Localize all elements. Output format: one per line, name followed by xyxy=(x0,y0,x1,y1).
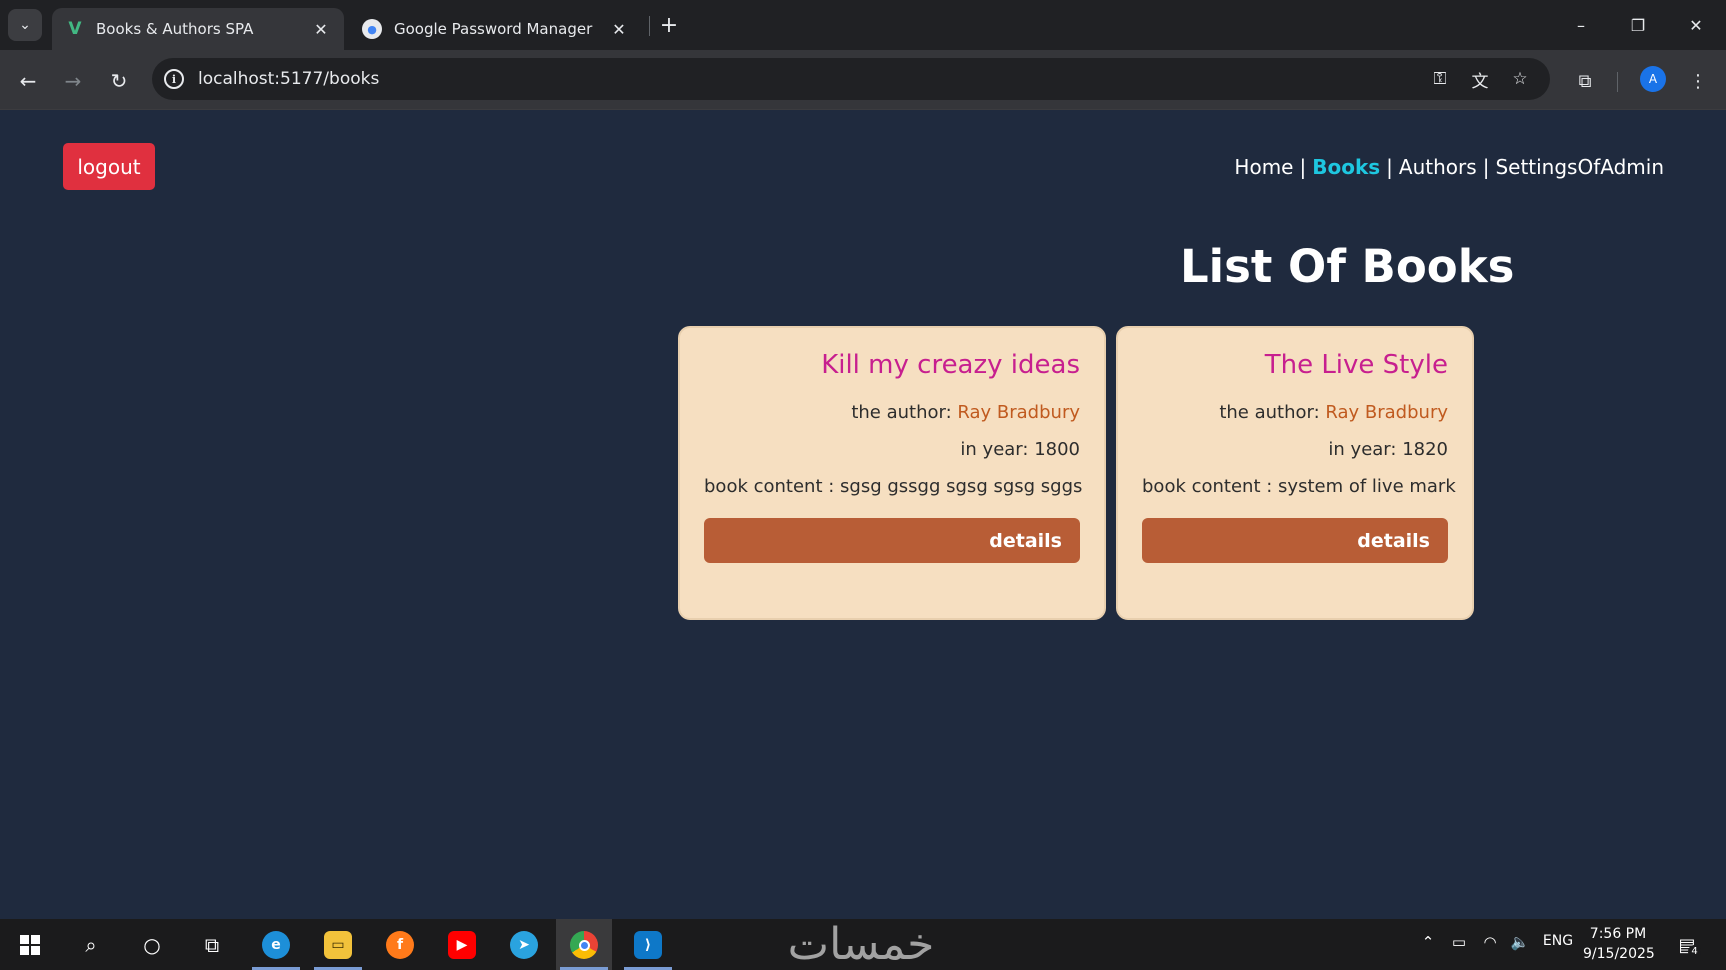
site-info-icon[interactable]: i xyxy=(164,69,184,89)
extensions-puzzle-icon[interactable]: ⧉ xyxy=(1571,67,1599,95)
password-key-icon[interactable]: ⚿ xyxy=(1428,68,1452,90)
edge-browser-icon[interactable]: e xyxy=(260,929,292,961)
kebab-menu-icon[interactable]: ⋮ xyxy=(1684,67,1712,95)
tray-chevron-up-icon[interactable]: ⌃ xyxy=(1418,933,1438,951)
year-value: 1820 xyxy=(1402,439,1448,460)
author-label: the author: xyxy=(851,402,952,423)
restore-icon[interactable]: ❐ xyxy=(1623,12,1653,38)
nav-link-home[interactable]: Home xyxy=(1234,155,1293,179)
url-text[interactable]: localhost:5177/books xyxy=(198,69,379,89)
clock-date: 9/15/2025 xyxy=(1583,946,1655,962)
task-view-icon[interactable]: ⧉ xyxy=(196,929,228,961)
tab-books-authors[interactable]: V Books & Authors SPA ✕ xyxy=(52,8,344,50)
file-explorer-icon[interactable]: ▭ xyxy=(322,929,354,961)
windows-taskbar: ⌕ ○ ⧉ e ▭ f ▶ ➤ ⟩ خمسات ⌃ ▭ ◠ 🔈 ENG 7:56… xyxy=(0,919,1726,970)
youtube-icon[interactable]: ▶ xyxy=(446,929,478,961)
book-year-line: in year: 1820 xyxy=(1142,439,1448,460)
search-icon[interactable]: ⌕ xyxy=(75,929,107,961)
nav-link-books[interactable]: Books xyxy=(1312,155,1380,179)
tab-strip: ⌄ V Books & Authors SPA ✕ ● Google Passw… xyxy=(0,0,1726,50)
windows-start-icon[interactable] xyxy=(14,929,46,961)
back-arrow-icon[interactable]: ← xyxy=(14,67,42,95)
khamsat-watermark: خمسات xyxy=(787,919,935,970)
content-value: system of live mark xyxy=(1278,476,1456,497)
book-author-line: the author: Ray Bradbury xyxy=(704,402,1080,423)
address-bar[interactable]: i localhost:5177/books ⚿ 文 ☆ xyxy=(152,58,1550,100)
book-card: Kill my creazy ideas the author: Ray Bra… xyxy=(678,326,1106,620)
nav-link-settings[interactable]: SettingsOfAdmin xyxy=(1495,155,1664,179)
volume-icon[interactable]: 🔈 xyxy=(1507,933,1533,951)
chevron-down-icon: ⌄ xyxy=(19,17,31,33)
system-clock[interactable]: 7:56 PM 9/15/2025 xyxy=(1583,924,1655,964)
year-label: in year: xyxy=(1328,439,1397,460)
wifi-icon[interactable]: ◠ xyxy=(1478,933,1502,951)
nav-separator: | xyxy=(1482,155,1490,179)
vscode-icon[interactable]: ⟩ xyxy=(632,929,664,961)
year-value: 1800 xyxy=(1034,439,1080,460)
book-author-line: the author: Ray Bradbury xyxy=(1142,402,1448,423)
bookmark-star-icon[interactable]: ☆ xyxy=(1508,68,1532,90)
language-indicator[interactable]: ENG xyxy=(1540,933,1576,949)
translate-icon[interactable]: 文 xyxy=(1468,68,1492,92)
content-label: book content : xyxy=(1142,476,1273,497)
book-year-line: in year: 1800 xyxy=(704,439,1080,460)
vue-logo-icon: V xyxy=(68,19,82,39)
book-title: The Live Style xyxy=(1264,350,1448,380)
nav-separator: | xyxy=(1299,155,1307,179)
profile-avatar[interactable]: A xyxy=(1640,66,1666,92)
close-icon[interactable]: ✕ xyxy=(312,20,330,39)
firefox-icon[interactable]: f xyxy=(384,929,416,961)
logout-button[interactable]: logout xyxy=(63,143,155,190)
tab-title: Books & Authors SPA xyxy=(96,20,254,38)
content-value: sgsg gssgg sgsg sgsg sggs xyxy=(840,476,1083,497)
forward-arrow-icon[interactable]: → xyxy=(59,67,87,95)
book-content-line: book content : sgsg gssgg sgsg sgsg sggs xyxy=(704,476,1083,497)
close-icon[interactable]: ✕ xyxy=(610,20,628,39)
book-content-line: book content : system of live mark xyxy=(1142,476,1456,497)
tab-google-password-manager[interactable]: ● Google Password Manager ✕ xyxy=(348,8,642,50)
cortana-circle-icon[interactable]: ○ xyxy=(136,929,168,961)
author-name: Ray Bradbury xyxy=(957,402,1080,423)
details-button[interactable]: details xyxy=(704,518,1080,563)
google-password-manager-icon: ● xyxy=(362,19,382,39)
telegram-icon[interactable]: ➤ xyxy=(508,929,540,961)
app-page: logout Home | Books | Authors | Settings… xyxy=(0,110,1726,919)
browser-toolbar: ← → ↻ i localhost:5177/books ⚿ 文 ☆ ⧉ ⋮ xyxy=(0,50,1726,110)
nav-link-authors[interactable]: Authors xyxy=(1399,155,1477,179)
toolbar-divider xyxy=(1617,72,1618,92)
new-tab-button[interactable]: + xyxy=(656,12,682,38)
details-button[interactable]: details xyxy=(1142,518,1448,563)
minimize-icon[interactable]: – xyxy=(1566,12,1596,38)
content-label: book content : xyxy=(704,476,835,497)
main-nav: Home | Books | Authors | SettingsOfAdmin xyxy=(1234,155,1664,179)
book-card: The Live Style the author: Ray Bradbury … xyxy=(1116,326,1474,620)
book-title: Kill my creazy ideas xyxy=(821,350,1080,380)
chrome-icon[interactable] xyxy=(568,929,600,961)
tab-search-button[interactable]: ⌄ xyxy=(8,9,42,41)
tab-divider xyxy=(649,16,650,36)
year-label: in year: xyxy=(960,439,1029,460)
reload-icon[interactable]: ↻ xyxy=(105,67,133,95)
author-name: Ray Bradbury xyxy=(1325,402,1448,423)
notification-count: 4 xyxy=(1688,945,1701,958)
page-title: List Of Books xyxy=(1180,240,1515,293)
tab-title: Google Password Manager xyxy=(394,20,593,38)
clock-time: 7:56 PM xyxy=(1589,926,1647,942)
author-label: the author: xyxy=(1219,402,1320,423)
window-close-icon[interactable]: ✕ xyxy=(1681,12,1711,38)
notification-center-icon[interactable]: ▤ 4 xyxy=(1672,931,1702,959)
battery-icon[interactable]: ▭ xyxy=(1447,933,1471,951)
nav-separator: | xyxy=(1386,155,1393,179)
